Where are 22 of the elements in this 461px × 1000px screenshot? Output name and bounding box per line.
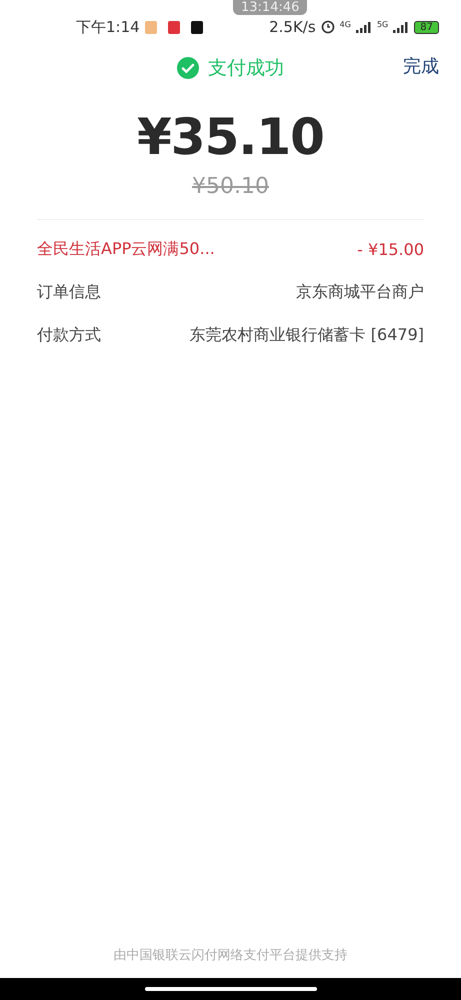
home-handle[interactable]: [144, 987, 316, 991]
screenshot-time: 13:14:46: [233, 0, 308, 15]
status-time: 下午1:14: [76, 18, 140, 36]
detail-value: 京东商城平台商户: [296, 282, 424, 303]
paid-amount: ¥35.10: [136, 108, 325, 166]
signal-icon: [356, 22, 372, 32]
check-icon: [177, 57, 199, 79]
detail-label: 订单信息: [37, 282, 101, 303]
detail-label: 全民生活APP云网满50...: [37, 239, 215, 260]
detail-value: - ¥15.00: [357, 240, 424, 259]
done-button[interactable]: 完成: [403, 54, 439, 78]
payment-status: 支付成功: [208, 56, 284, 81]
alarm-icon: [320, 20, 335, 34]
detail-value: 东莞农村商业银行储蓄卡 [6479]: [190, 325, 424, 346]
footer-note: 由中国银联云闪付网络支付平台提供支持: [112, 947, 348, 965]
network-type: 4G: [340, 20, 351, 29]
battery-level: 87: [414, 20, 439, 34]
network-type: 5G: [376, 20, 388, 29]
detail-label: 付款方式: [37, 325, 101, 346]
original-amount: ¥50.10: [191, 174, 270, 199]
network-speed: 2.5K/s: [269, 18, 316, 36]
signal-icon: [393, 22, 410, 32]
